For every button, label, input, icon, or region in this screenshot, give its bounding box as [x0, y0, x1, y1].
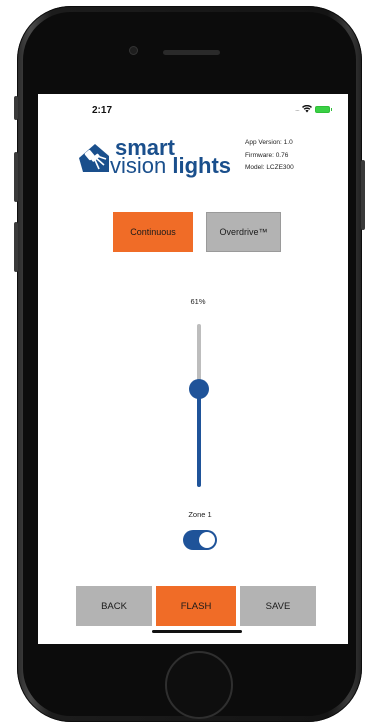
logo-word-vision-lights: vision lights	[110, 153, 231, 179]
overdrive-mode-button[interactable]: Overdrive™	[206, 212, 281, 252]
app-screen: 2:17 .... smart vision lights App Versio…	[38, 94, 348, 644]
intensity-percent-label: 61%	[190, 297, 206, 306]
logo-mark-icon	[79, 144, 109, 172]
battery-charging-icon	[314, 105, 332, 113]
home-button[interactable]	[165, 651, 233, 719]
mute-switch	[14, 96, 18, 120]
flash-button[interactable]: FLASH	[156, 586, 236, 626]
zone-label: Zone 1	[188, 510, 212, 519]
continuous-mode-button[interactable]: Continuous	[113, 212, 193, 252]
logo-word-lights: lights	[172, 153, 232, 178]
status-time: 2:17	[92, 105, 113, 116]
signal-icon: ....	[295, 105, 300, 113]
earpiece-speaker	[163, 50, 220, 55]
zone-toggle-knob	[199, 532, 215, 548]
front-camera	[129, 46, 138, 55]
status-icons: ....	[295, 105, 332, 113]
intensity-slider-thumb[interactable]	[189, 379, 209, 399]
home-indicator	[152, 630, 242, 633]
volume-up-button	[14, 152, 18, 202]
smart-vision-lights-logo: smart vision lights	[77, 135, 255, 179]
firmware-version: Firmware: 0.76	[245, 151, 289, 159]
volume-down-button	[14, 222, 18, 272]
intensity-slider-track-filled[interactable]	[197, 389, 201, 487]
save-button[interactable]: SAVE	[240, 586, 316, 626]
power-button	[361, 160, 365, 230]
app-version: App Version: 1.0	[245, 139, 293, 146]
back-button[interactable]: BACK	[76, 586, 152, 626]
device-info: App Version: 1.0 Firmware: 0.76 Model: L…	[245, 137, 294, 175]
model-name: Model: LCZE300	[245, 164, 294, 171]
wifi-icon	[301, 105, 312, 113]
logo-word-vision: vision	[110, 153, 167, 178]
zone-toggle[interactable]	[183, 530, 217, 550]
